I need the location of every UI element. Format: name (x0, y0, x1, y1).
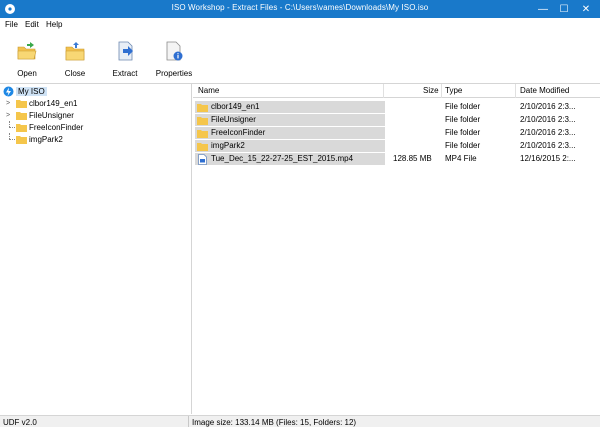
list-row[interactable]: FileUnsigner File folder 2/10/2016 2:3..… (195, 114, 600, 126)
open-label: Open (17, 69, 37, 78)
menu-bar: File Edit Help (0, 18, 600, 32)
status-divider (188, 416, 189, 427)
menu-file[interactable]: File (5, 20, 18, 29)
tree-connector (6, 121, 15, 133)
row-date: 2/10/2016 2:3... (520, 141, 576, 150)
column-size[interactable]: Size (423, 86, 439, 95)
row-date: 2/10/2016 2:3... (520, 128, 576, 137)
row-type: MP4 File (445, 154, 477, 163)
properties-icon (166, 41, 183, 61)
expand-icon[interactable]: > (6, 100, 14, 107)
list-row[interactable]: clbor149_en1 File folder 2/10/2016 2:3..… (195, 101, 600, 113)
properties-button[interactable]: Properties (150, 38, 198, 80)
open-button[interactable]: Open (3, 38, 51, 80)
tree-root-my-iso[interactable]: My ISO (3, 85, 47, 97)
row-date: 2/10/2016 2:3... (520, 115, 576, 124)
extract-icon (118, 41, 133, 61)
row-type: File folder (445, 115, 481, 124)
folder-icon (16, 99, 27, 108)
column-divider[interactable] (515, 84, 516, 98)
list-header: Name Size Type Date Modified (193, 84, 600, 98)
folder-icon (197, 143, 208, 151)
folder-icon (16, 111, 27, 120)
column-type[interactable]: Type (445, 86, 462, 95)
folder-icon (16, 135, 27, 144)
row-date: 2/10/2016 2:3... (520, 102, 576, 111)
title-bar: ISO Workshop - Extract Files - C:\Users\… (0, 0, 600, 18)
close-window-button[interactable]: ✕ (575, 0, 597, 18)
window-title: ISO Workshop - Extract Files - C:\Users\… (171, 3, 429, 12)
file-list: Name Size Type Date Modified clbor149_en… (193, 84, 600, 414)
close-folder-icon (65, 42, 85, 61)
list-row[interactable]: Tue_Dec_15_22-27-25_EST_2015.mp4 128.85 … (195, 153, 600, 165)
folder-tree: My ISO > clbor149_en1 > FileUnsigner Fre… (0, 84, 192, 414)
status-info: Image size: 133.14 MB (Files: 15, Folder… (192, 418, 357, 427)
tree-root-label: My ISO (16, 86, 47, 96)
tree-item-label: imgPark2 (29, 134, 63, 144)
menu-edit[interactable]: Edit (25, 20, 39, 29)
column-date[interactable]: Date Modified (520, 86, 569, 95)
close-button[interactable]: Close (51, 38, 99, 80)
folder-icon (197, 130, 208, 138)
list-row[interactable]: imgPark2 File folder 2/10/2016 2:3... (195, 140, 600, 152)
folder-icon (197, 117, 208, 125)
toolbar: Open Close Extract Properties (0, 32, 600, 82)
row-name: Tue_Dec_15_22-27-25_EST_2015.mp4 (211, 154, 354, 163)
extract-button[interactable]: Extract (101, 38, 149, 80)
tree-item-imgpark2[interactable]: imgPark2 (6, 133, 63, 145)
tree-connector (6, 133, 15, 145)
open-folder-icon (17, 42, 37, 60)
list-row[interactable]: FreeIconFinder File folder 2/10/2016 2:3… (195, 127, 600, 139)
disc-icon (3, 86, 14, 96)
status-bar: UDF v2.0 Image size: 133.14 MB (Files: 1… (0, 415, 600, 427)
row-name: clbor149_en1 (211, 102, 260, 111)
properties-label: Properties (155, 69, 193, 78)
column-divider[interactable] (383, 84, 384, 98)
tree-item-fileunsigner[interactable]: > FileUnsigner (6, 109, 74, 121)
row-size: 128.85 MB (393, 154, 432, 163)
tree-item-freeiconfinder[interactable]: FreeIconFinder (6, 121, 83, 133)
expand-icon[interactable]: > (6, 112, 14, 119)
column-name[interactable]: Name (198, 86, 219, 95)
tree-item-label: FreeIconFinder (29, 122, 84, 132)
row-type: File folder (445, 102, 481, 111)
folder-icon (16, 123, 27, 132)
maximize-button[interactable]: ☐ (553, 0, 575, 18)
status-format: UDF v2.0 (3, 418, 37, 427)
row-name: FileUnsigner (211, 115, 256, 124)
minimize-button[interactable]: — (532, 0, 554, 18)
row-type: File folder (445, 141, 481, 150)
tree-item-label: FileUnsigner (29, 110, 74, 120)
extract-label: Extract (112, 69, 138, 78)
row-date: 12/16/2015 2:... (520, 154, 576, 163)
column-divider[interactable] (441, 84, 442, 98)
video-file-icon (198, 154, 207, 165)
close-label: Close (64, 69, 86, 78)
row-name: FreeIconFinder (211, 128, 266, 137)
tree-item-clbor149-en1[interactable]: > clbor149_en1 (6, 97, 77, 109)
row-type: File folder (445, 128, 481, 137)
row-name: imgPark2 (211, 141, 245, 150)
tree-item-label: clbor149_en1 (29, 98, 78, 108)
menu-help[interactable]: Help (46, 20, 62, 29)
folder-icon (197, 104, 208, 112)
